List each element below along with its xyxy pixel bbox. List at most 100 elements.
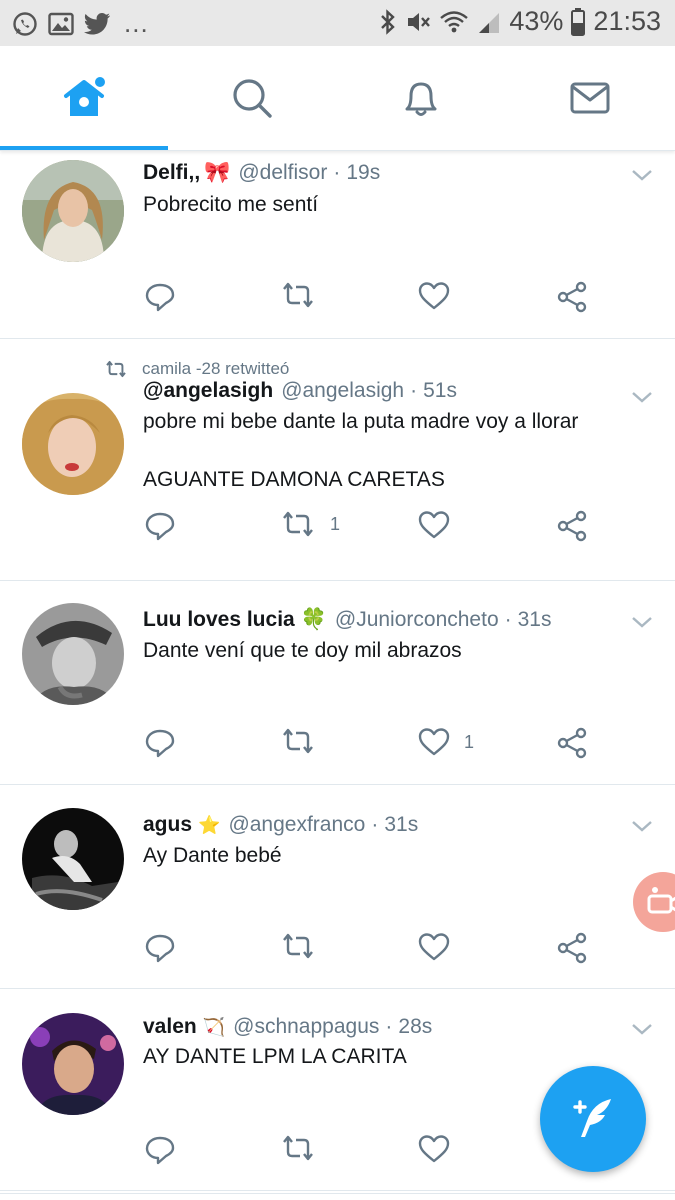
tweet-actions: 1: [0, 510, 675, 550]
chevron-down-icon[interactable]: [630, 1021, 654, 1037]
username[interactable]: @schnappagus: [233, 1015, 379, 1039]
tweet-actions: [0, 281, 675, 321]
reply-icon: [145, 1136, 175, 1165]
reply-button[interactable]: [144, 281, 176, 313]
tweet[interactable]: agus ⭐ @angexfranco · 31s Ay Dante bebé: [0, 785, 675, 989]
display-name[interactable]: Delfi,,: [143, 161, 200, 185]
tab-home[interactable]: [0, 46, 168, 150]
reply-button[interactable]: [144, 1134, 176, 1166]
chevron-down-icon[interactable]: [630, 614, 654, 630]
active-tab-indicator: [0, 146, 168, 150]
retweet-icon: [283, 282, 313, 308]
like-button[interactable]: [418, 1134, 450, 1164]
avatar[interactable]: [22, 603, 124, 705]
tweet-text-line: Dante vení que te doy mil abrazos: [143, 639, 462, 662]
reply-icon: [145, 512, 175, 541]
timestamp: 31s: [384, 813, 419, 836]
username[interactable]: @angelasigh: [281, 379, 404, 403]
tweet[interactable]: camila -28 retwitteó @angelasigh @angela…: [0, 339, 675, 581]
clock: 21:53: [593, 6, 661, 36]
retweet-button[interactable]: [280, 932, 316, 960]
retweet-button[interactable]: [280, 1134, 316, 1162]
share-icon: [557, 727, 587, 759]
timeline: Delfi,, 🎀 @delfisor · 19s Pobrecito me s…: [0, 151, 675, 1194]
reply-button[interactable]: [144, 932, 176, 964]
mail-icon: [570, 82, 610, 114]
signal-icon: [479, 12, 500, 33]
chevron-down-icon[interactable]: [630, 167, 654, 183]
username[interactable]: @angexfranco: [228, 813, 365, 837]
display-name[interactable]: Luu loves lucia: [143, 608, 295, 632]
avatar[interactable]: [22, 808, 124, 910]
timestamp: 51s: [423, 379, 457, 402]
reply-icon: [145, 283, 175, 312]
tab-notifications[interactable]: [337, 46, 505, 150]
reply-icon: [145, 729, 175, 758]
status-bar: ... 43% 21:53: [0, 0, 675, 46]
tweet-actions: [0, 932, 675, 972]
heart-icon: [418, 933, 450, 961]
share-button[interactable]: [556, 281, 588, 313]
retweeted-by: camila -28 retwitteó: [104, 359, 289, 379]
timestamp: 28s: [398, 1015, 433, 1038]
retweeted-by-text[interactable]: camila -28 retwitteó: [142, 359, 289, 379]
username[interactable]: @delfisor: [238, 161, 327, 185]
bell-icon: [405, 82, 437, 116]
username[interactable]: @Juniorconcheto: [335, 608, 499, 632]
battery-icon: [571, 7, 586, 36]
display-name[interactable]: valen: [143, 1015, 197, 1039]
tweet-header: agus ⭐ @angexfranco · 31s: [143, 813, 418, 837]
share-button[interactable]: [556, 727, 588, 759]
tweet-text-line: pobre mi bebe dante la puta madre voy a …: [143, 410, 579, 433]
reply-button[interactable]: [144, 510, 176, 542]
tweet-header: Luu loves lucia 🍀 @Juniorconcheto · 31s: [143, 608, 551, 632]
tweet-text-line: AGUANTE DAMONA CARETAS: [143, 468, 445, 491]
avatar-photo: [22, 603, 124, 705]
like-button[interactable]: [418, 510, 450, 540]
retweet-icon: [283, 1135, 313, 1161]
tweet-text-line: Ay Dante bebé: [143, 844, 282, 867]
display-name[interactable]: agus: [143, 813, 192, 837]
heart-icon: [418, 728, 450, 756]
twitter-icon: [84, 12, 110, 34]
chevron-down-icon[interactable]: [630, 818, 654, 834]
compose-tweet-button[interactable]: [540, 1066, 646, 1172]
tweet-header: Delfi,, 🎀 @delfisor · 19s: [143, 161, 380, 185]
display-name[interactable]: @angelasigh: [143, 379, 273, 403]
tweet-text: pobre mi bebe dante la puta madre voy a …: [143, 407, 578, 494]
wifi-icon: [440, 10, 469, 32]
retweet-icon: [283, 933, 313, 959]
like-button[interactable]: 1: [418, 727, 474, 757]
name-emoji: 🏹: [202, 1016, 226, 1037]
avatar[interactable]: [22, 1013, 124, 1115]
tab-search[interactable]: [168, 46, 336, 150]
like-count: 1: [464, 731, 475, 752]
separator-dot: ·: [333, 161, 341, 184]
separator-dot: ·: [385, 1015, 393, 1038]
tweet[interactable]: Delfi,, 🎀 @delfisor · 19s Pobrecito me s…: [0, 151, 675, 339]
share-button[interactable]: [556, 510, 588, 542]
chevron-down-icon[interactable]: [630, 389, 654, 405]
video-camera-icon: [647, 887, 675, 914]
timestamp: 19s: [346, 161, 381, 184]
avatar[interactable]: [22, 160, 124, 262]
tweet[interactable]: Luu loves lucia 🍀 @Juniorconcheto · 31s …: [0, 581, 675, 785]
share-icon: [557, 510, 587, 542]
heart-icon: [418, 282, 450, 310]
avatar[interactable]: [22, 393, 124, 495]
retweet-button[interactable]: 1: [280, 510, 340, 538]
retweet-button[interactable]: [280, 727, 316, 755]
share-button[interactable]: [556, 932, 588, 964]
separator-dot: ·: [371, 813, 379, 836]
share-icon: [557, 932, 587, 964]
retweet-small-icon: [106, 360, 126, 378]
like-button[interactable]: [418, 932, 450, 962]
tab-messages[interactable]: [506, 46, 674, 150]
name-emoji: 🎀: [204, 161, 231, 184]
retweet-button[interactable]: [280, 281, 316, 309]
tweet-text-line: Pobrecito me sentí: [143, 193, 319, 216]
like-button[interactable]: [418, 281, 450, 311]
reply-button[interactable]: [144, 727, 176, 759]
bluetooth-icon: [381, 8, 396, 35]
top-nav-bar: [0, 46, 675, 151]
